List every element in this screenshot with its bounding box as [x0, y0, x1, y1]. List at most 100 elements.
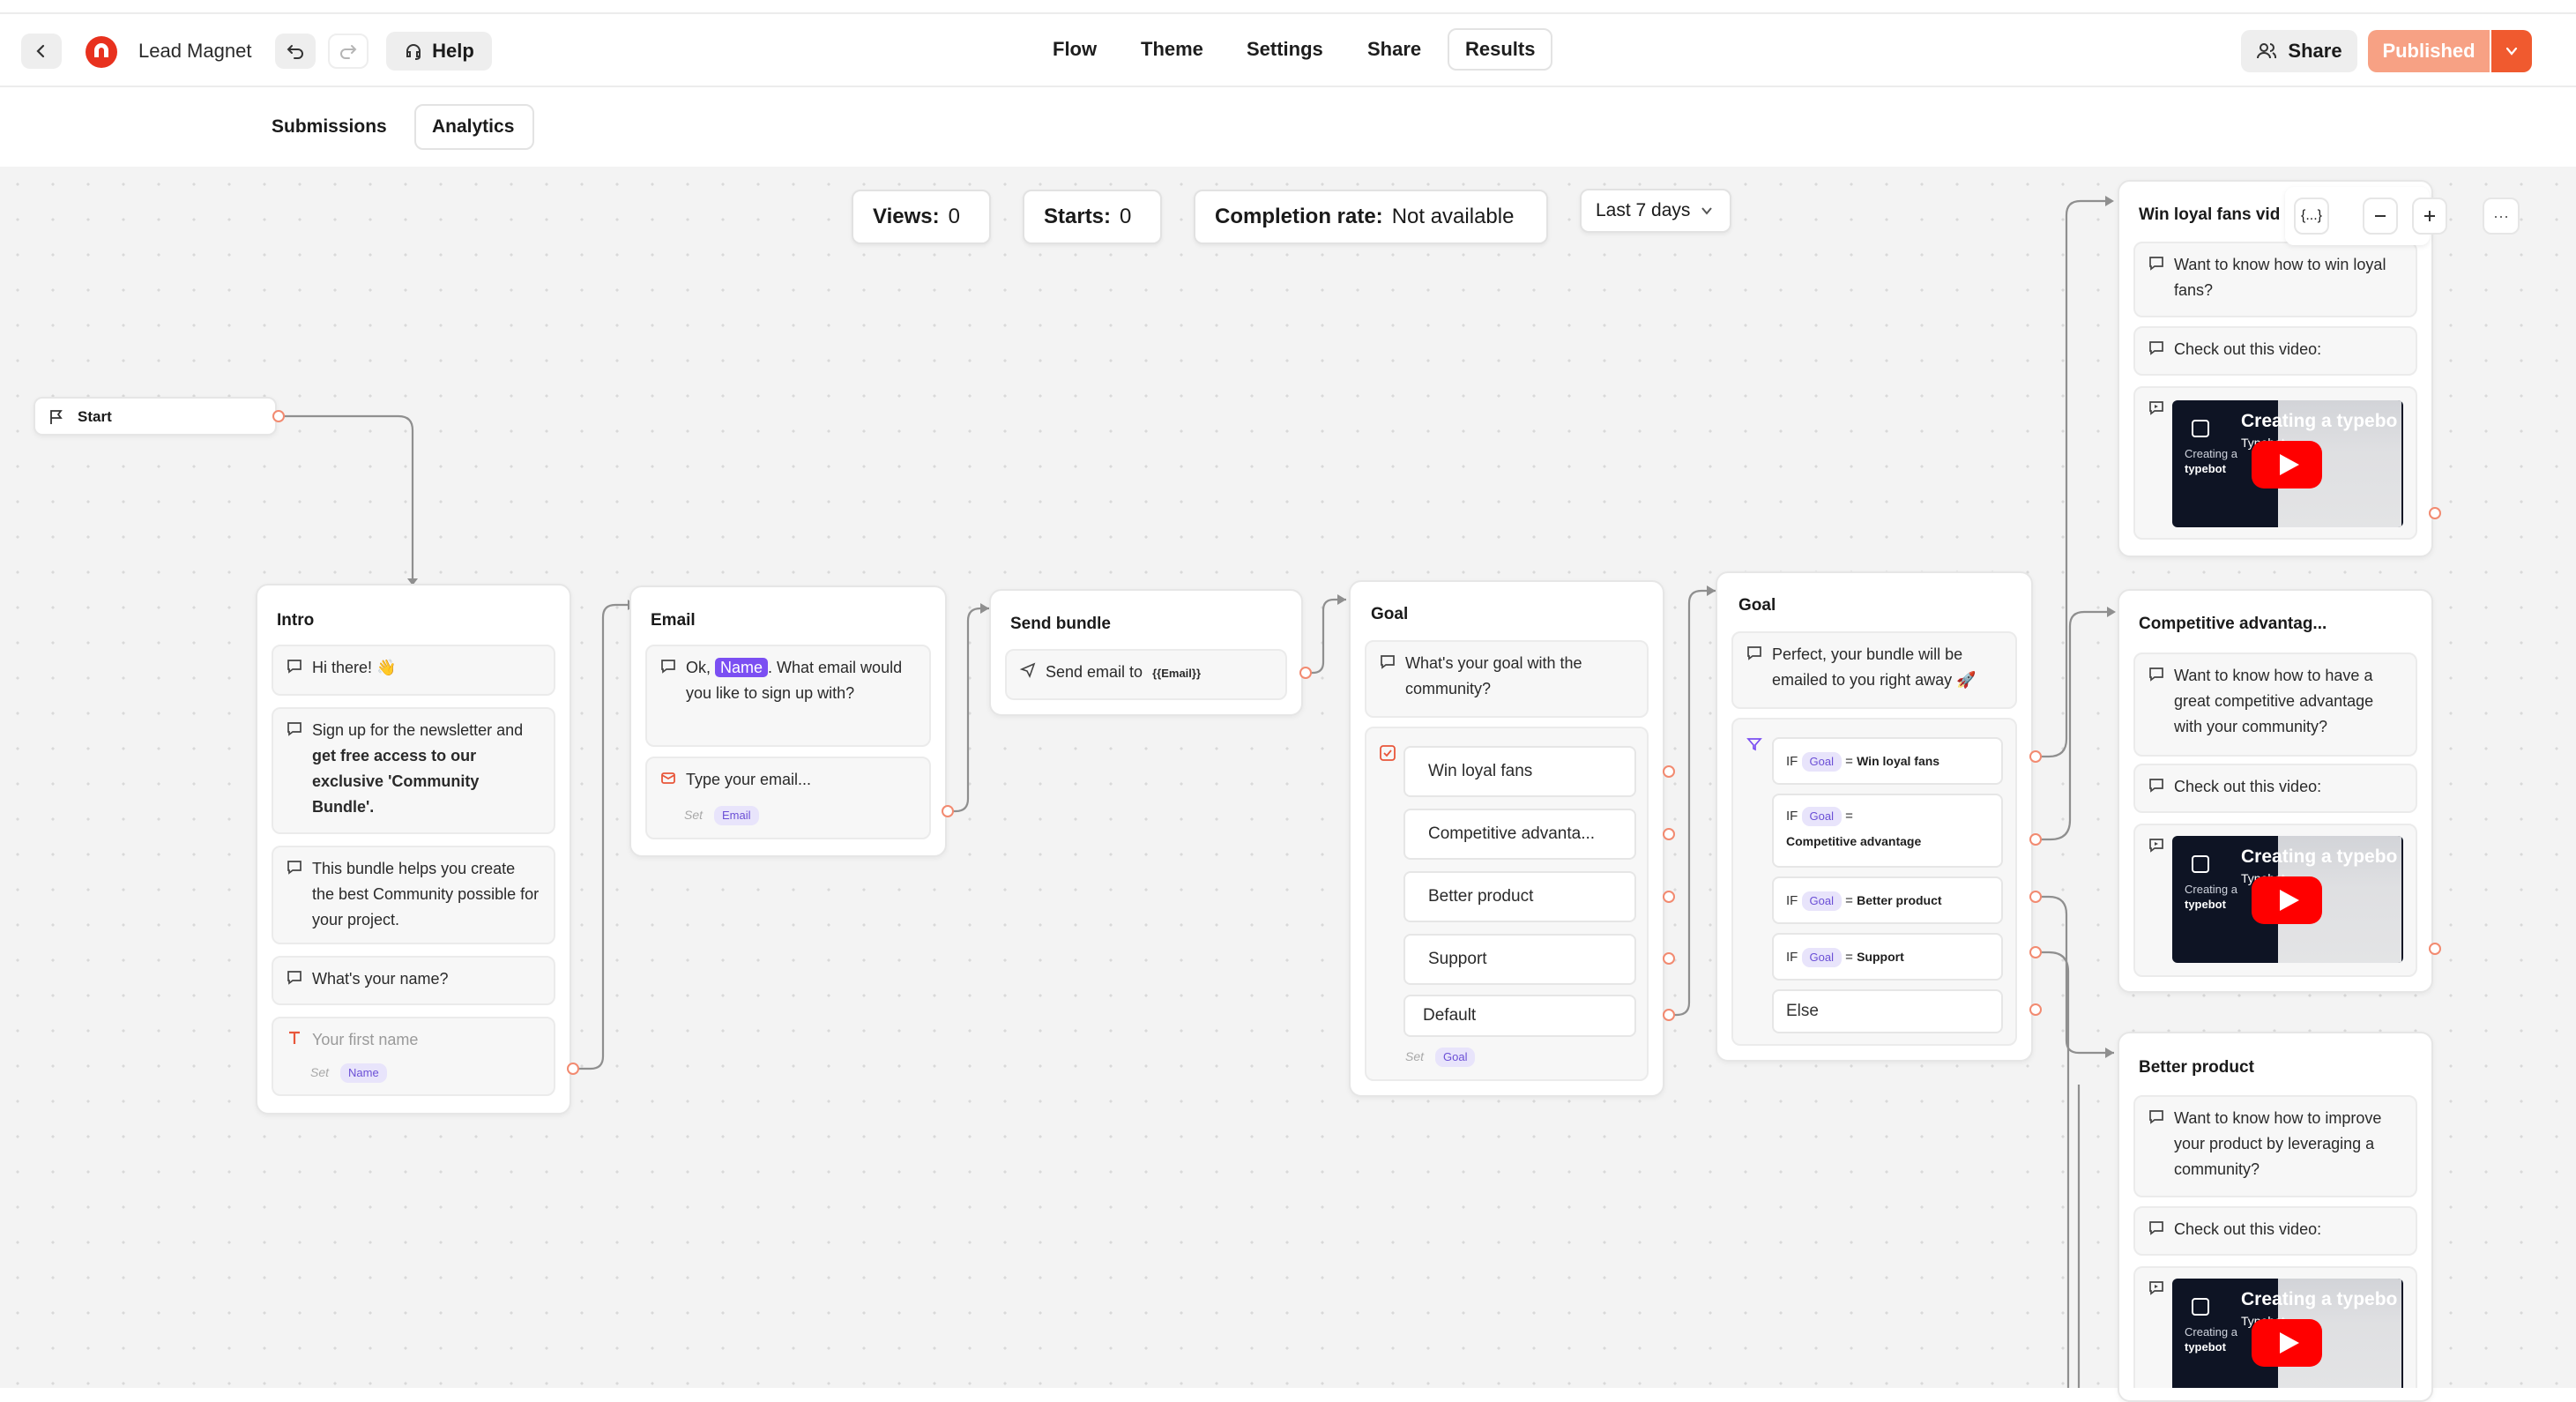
cond-handle-else[interactable] — [2029, 1003, 2042, 1016]
email-handle[interactable] — [942, 805, 954, 817]
intro-set-var: Name — [340, 1063, 387, 1083]
choice-better-product[interactable]: Better product — [1403, 871, 1636, 922]
condition-4[interactable]: IF Goal = Support — [1772, 933, 2003, 981]
competitive-msg-2-text: Check out this video: — [2174, 778, 2322, 795]
better-video-thumbnail[interactable]: Creating a typebo Typebot Creating atype… — [2172, 1279, 2403, 1388]
intro-msg-4-text: What's your name? — [312, 970, 449, 988]
intro-name-input[interactable]: Your first name — [272, 1017, 555, 1096]
fans-msg-2[interactable]: Check out this video: — [2133, 326, 2417, 376]
send-email-action[interactable]: Send email to {{Email}} — [1005, 649, 1287, 700]
competitive-video-thumbnail[interactable]: Creating a typebo Typebot Creating atype… — [2172, 836, 2403, 963]
chat-bubble-icon — [1381, 655, 1395, 669]
more-options-button[interactable]: ··· — [2483, 198, 2520, 235]
filter-icon — [1746, 738, 1762, 751]
send-bundle-handle[interactable] — [1299, 667, 1312, 679]
play-icon[interactable] — [2252, 876, 2322, 924]
condition-2[interactable]: IF Goal = Competitive advantage — [1772, 794, 2003, 868]
choice-handle-1[interactable] — [1663, 765, 1675, 778]
competitive-title[interactable]: Competitive advantag... — [2139, 615, 2327, 634]
start-node[interactable]: Start — [34, 397, 277, 436]
intro-title[interactable]: Intro — [277, 611, 314, 630]
email-title[interactable]: Email — [651, 611, 696, 630]
zoom-in-button[interactable] — [2412, 198, 2447, 235]
start-handle[interactable] — [272, 410, 285, 422]
edge-email-send — [949, 607, 989, 813]
edge-cond-support — [2036, 951, 2070, 1388]
chat-bubble-icon — [287, 722, 302, 736]
starts-value: 0 — [1120, 205, 1132, 228]
chat-bubble-icon — [287, 660, 302, 674]
choice-default[interactable]: Default — [1403, 995, 1636, 1037]
choice-handle-4[interactable] — [1663, 952, 1675, 965]
better-msg-1[interactable]: Want to know how to improve your product… — [2133, 1095, 2417, 1197]
flag-icon — [50, 410, 63, 424]
condition-value: Competitive advantage — [1786, 834, 1922, 848]
video-left-text: Creating a typebot — [2185, 883, 2237, 911]
play-icon[interactable] — [2252, 1319, 2322, 1367]
intro-msg-4[interactable]: What's your name? — [272, 956, 555, 1005]
chat-bubble-icon — [287, 861, 302, 875]
choice-handle-2[interactable] — [1663, 828, 1675, 840]
fans-title[interactable]: Win loyal fans vid — [2139, 205, 2280, 225]
competitive-msg-2[interactable]: Check out this video: — [2133, 764, 2417, 813]
condition-else[interactable]: Else — [1772, 989, 2003, 1033]
fans-msg-1-text: Want to know how to win loyal fans? — [2174, 256, 2386, 299]
video-title: Creating a typebo — [2241, 411, 2398, 431]
minus-icon — [2375, 215, 2386, 217]
email-msg[interactable]: Ok, Name. What email would you like to s… — [645, 645, 931, 747]
chat-bubble-icon — [2149, 257, 2163, 271]
intro-msg-1[interactable]: Hi there! 👋 — [272, 645, 555, 696]
condition-3[interactable]: IF Goal = Better product — [1772, 876, 2003, 924]
better-msg-2-text: Check out this video: — [2174, 1220, 2322, 1238]
video-title: Creating a typebo — [2241, 846, 2398, 867]
intro-msg-3[interactable]: This bundle helps you create the best Co… — [272, 846, 555, 944]
video-title: Creating a typebo — [2241, 1289, 2398, 1309]
zoom-out-button[interactable] — [2363, 198, 2398, 235]
cond-handle-4[interactable] — [2029, 946, 2042, 958]
text-input-icon — [289, 1031, 300, 1044]
play-icon[interactable] — [2252, 441, 2322, 488]
edge-intro-email — [573, 603, 628, 1070]
condition-var: Goal — [1801, 807, 1842, 827]
fans-msg-1[interactable]: Want to know how to win loyal fans? — [2133, 242, 2417, 317]
choice-win-loyal-fans[interactable]: Win loyal fans — [1403, 746, 1636, 797]
condition-1[interactable]: IF Goal = Win loyal fans — [1772, 737, 2003, 785]
choice-support[interactable]: Support — [1403, 934, 1636, 985]
intro-handle[interactable] — [567, 1063, 579, 1075]
video-bubble-icon — [2149, 401, 2163, 415]
variables-button[interactable]: {...} — [2294, 198, 2329, 235]
send-icon — [1019, 662, 1036, 679]
fans-msg-2-text: Check out this video: — [2174, 340, 2322, 358]
fans-handle[interactable] — [2429, 507, 2441, 519]
cond-handle-2[interactable] — [2029, 833, 2042, 846]
better-title[interactable]: Better product — [2139, 1058, 2254, 1078]
email-input[interactable]: Type your email... — [645, 757, 931, 839]
equals-sign: = — [1845, 754, 1853, 769]
completion-value: Not available — [1391, 205, 1515, 228]
competitive-msg-1[interactable]: Want to know how to have a great competi… — [2133, 653, 2417, 757]
condition-var: Goal — [1801, 891, 1842, 912]
choice-handle-default[interactable] — [1663, 1009, 1675, 1021]
equals-sign: = — [1845, 950, 1853, 965]
goal-cond-title[interactable]: Goal — [1738, 596, 1776, 615]
edge-cond-competitive — [2036, 610, 2107, 841]
send-email-text: Send email to — [1046, 663, 1143, 681]
competitive-msg-1-text: Want to know how to have a great competi… — [2174, 667, 2374, 735]
goal-cond-msg[interactable]: Perfect, your bundle will be emailed to … — [1731, 631, 2017, 709]
cond-handle-msg[interactable] — [2029, 750, 2042, 763]
intro-msg-2[interactable]: Sign up for the newsletter and get free … — [272, 707, 555, 834]
fans-video-thumbnail[interactable]: Creating a typebo Typebot Creating atype… — [2172, 400, 2403, 527]
send-bundle-title[interactable]: Send bundle — [1010, 615, 1111, 634]
goal-choice-title[interactable]: Goal — [1371, 605, 1408, 624]
if-label: IF — [1786, 754, 1798, 769]
cond-handle-3[interactable] — [2029, 891, 2042, 903]
choice-competitive-advantage[interactable]: Competitive advanta... — [1403, 809, 1636, 860]
goal-question[interactable]: What's your goal with the community? — [1365, 640, 1649, 718]
choice-handle-3[interactable] — [1663, 891, 1675, 903]
chevron-down-icon — [1701, 207, 1713, 215]
chat-bubble-icon — [2149, 341, 2163, 355]
date-range-select[interactable]: Last 7 days — [1580, 189, 1731, 233]
better-msg-2[interactable]: Check out this video: — [2133, 1206, 2417, 1256]
competitive-handle[interactable] — [2429, 943, 2441, 955]
video-left-text: Creating a typebot — [2185, 1325, 2237, 1354]
